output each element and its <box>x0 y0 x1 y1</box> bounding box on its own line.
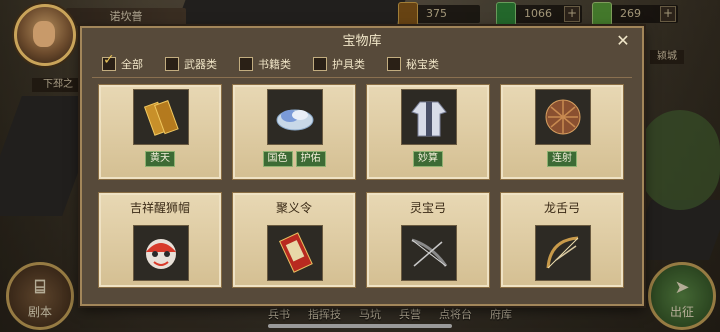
lion-hat-icon <box>133 225 189 281</box>
sphere-icon <box>535 89 591 145</box>
checkbox[interactable] <box>239 57 253 71</box>
treasury-modal: 宝物库 ✕ 全部 武器类 书籍类 护具类 秘宝类 黄天 国色护佑 妙算 <box>80 26 644 306</box>
item-title: 聚义令 <box>275 201 312 215</box>
filter-label: 秘宝类 <box>406 58 439 71</box>
filter-books[interactable]: 书籍类 <box>239 54 291 74</box>
treasure-card[interactable]: 国色 护佑 <box>232 84 356 180</box>
filter-armor[interactable]: 护具类 <box>313 54 365 74</box>
jade-bowl-icon <box>267 89 323 145</box>
modal-title: 宝物库 <box>342 34 382 49</box>
item-title: 吉祥醒狮帽 <box>129 201 190 215</box>
item-title: 灵宝弓 <box>409 201 446 215</box>
robe-icon <box>401 89 457 145</box>
checkbox[interactable] <box>387 57 401 71</box>
checkbox[interactable] <box>165 57 179 71</box>
treasure-card[interactable]: 吉祥醒狮帽 <box>98 192 222 288</box>
checkbox[interactable] <box>313 57 327 71</box>
longbow-icon <box>535 225 591 281</box>
divider <box>92 77 632 78</box>
skill-tag: 连射 <box>547 151 577 167</box>
filter-weapons[interactable]: 武器类 <box>165 54 217 74</box>
avatar-face <box>33 21 55 47</box>
bow-icon <box>401 225 457 281</box>
skill-tag: 护佑 <box>295 151 326 167</box>
item-title: 龙舌弓 <box>543 201 580 215</box>
treasure-card[interactable]: 妙算 <box>366 84 490 180</box>
skill-tag: 黄天 <box>145 151 175 167</box>
player-avatar[interactable] <box>14 4 76 66</box>
checkbox-checked[interactable] <box>102 52 116 71</box>
treasure-card[interactable]: 黄天 <box>98 84 222 180</box>
filter-label: 护具类 <box>332 58 365 71</box>
banner-token-icon <box>267 225 323 281</box>
treasure-card[interactable]: 灵宝弓 <box>366 192 490 288</box>
filter-treasures[interactable]: 秘宝类 <box>387 54 439 74</box>
treasure-card[interactable]: 聚义令 <box>232 192 356 288</box>
treasure-card[interactable]: 龙舌弓 <box>500 192 624 288</box>
filter-label: 武器类 <box>184 58 217 71</box>
filter-all[interactable]: 全部 <box>102 52 143 74</box>
skill-tag: 妙算 <box>413 151 443 167</box>
golden-talisman-icon <box>133 89 189 145</box>
filter-label: 全部 <box>121 58 143 71</box>
treasure-grid: 黄天 国色 护佑 妙算 连射 吉祥醒狮帽 聚义令 灵宝弓 龙舌弓 <box>98 84 628 288</box>
treasure-card[interactable]: 连射 <box>500 84 624 180</box>
filter-bar: 全部 武器类 书籍类 护具类 秘宝类 <box>102 52 461 74</box>
close-icon[interactable]: ✕ <box>614 32 632 50</box>
filter-label: 书籍类 <box>258 58 291 71</box>
skill-tag: 国色 <box>262 151 293 167</box>
